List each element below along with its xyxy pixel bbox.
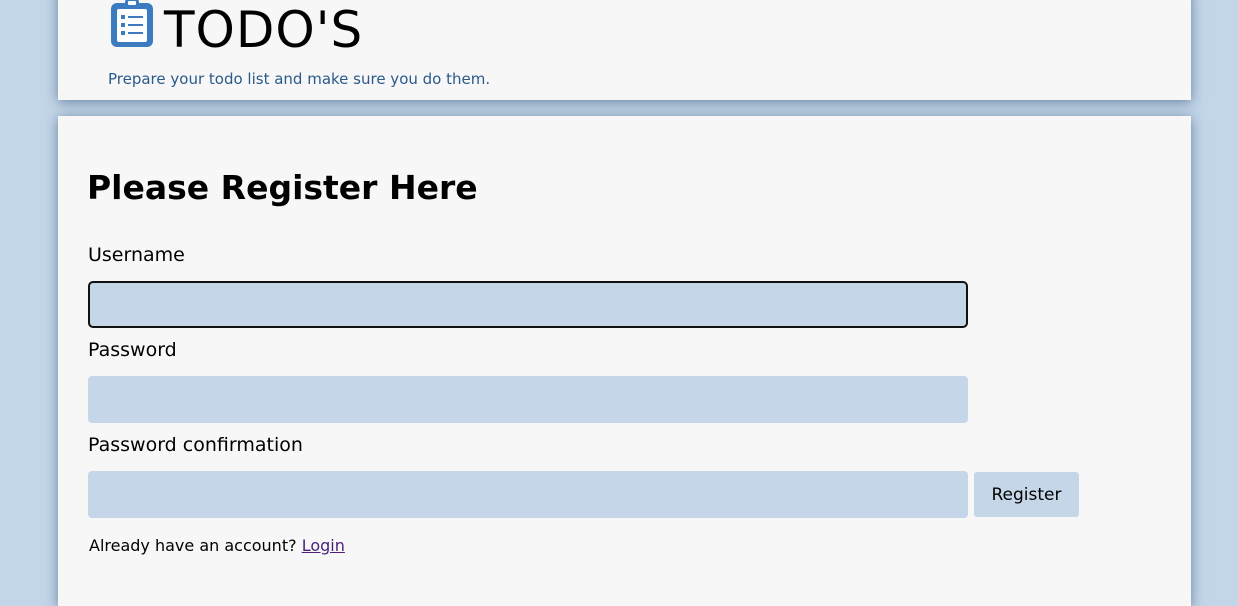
register-card: Please Register Here Username Password P… [58, 116, 1191, 606]
register-button[interactable]: Register [974, 472, 1079, 517]
login-prompt: Already have an account? Login [89, 536, 345, 555]
app-title: TODO'S [164, 1, 364, 59]
password-label: Password [88, 339, 177, 361]
username-label: Username [88, 244, 185, 266]
login-link[interactable]: Login [302, 536, 345, 555]
password-confirmation-label: Password confirmation [88, 434, 303, 456]
header-card: TODO'S Prepare your todo list and make s… [58, 0, 1191, 100]
password-input[interactable] [88, 376, 968, 423]
password-confirmation-input[interactable] [88, 471, 968, 518]
clipboard-list-icon [110, 0, 154, 48]
username-input[interactable] [88, 281, 968, 328]
page-title: Please Register Here [87, 168, 478, 207]
app-subtitle: Prepare your todo list and make sure you… [108, 70, 491, 88]
login-prompt-text: Already have an account? [89, 536, 297, 555]
